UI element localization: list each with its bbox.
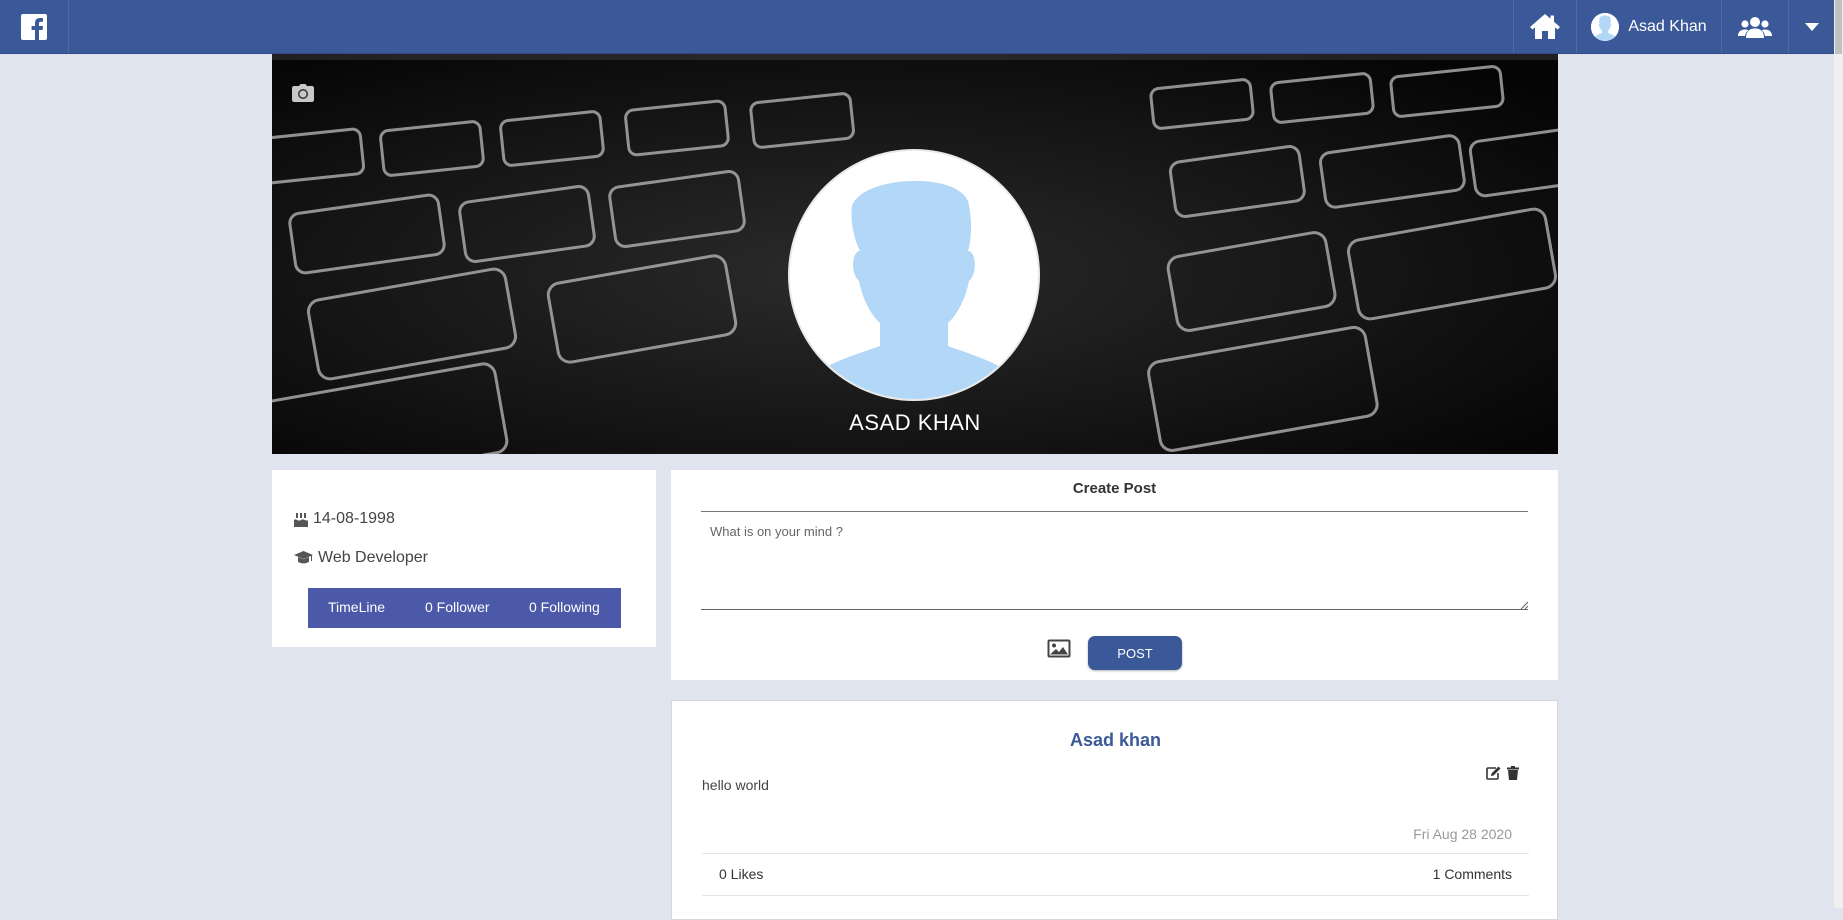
birthday-cake-icon: [294, 512, 308, 527]
post-author[interactable]: Asad khan: [672, 730, 1559, 751]
friends-button[interactable]: [1721, 0, 1788, 53]
profile-link[interactable]: Asad Khan: [1576, 0, 1721, 53]
graduation-cap-icon: [294, 551, 313, 564]
profile-stats-bar: TimeLine 0 Follower 0 Following: [308, 588, 621, 628]
home-icon: [1530, 14, 1560, 39]
divider: [702, 853, 1529, 854]
create-post-card: Create Post POST: [671, 470, 1558, 680]
resize-grip-icon[interactable]: [1520, 601, 1528, 609]
followers-link[interactable]: 0 Follower: [425, 599, 490, 615]
facebook-f-icon: [21, 13, 47, 40]
trash-icon: [1507, 766, 1519, 780]
users-icon: [1738, 16, 1772, 38]
scrollbar-thumb[interactable]: [1835, 0, 1842, 54]
following-link[interactable]: 0 Following: [529, 599, 600, 615]
facebook-logo[interactable]: [0, 0, 69, 53]
post-card: Asad khan hello world Fri Aug 28 2020 0 …: [671, 700, 1558, 920]
birthday-text: 14-08-1998: [313, 510, 395, 527]
change-cover-button[interactable]: [292, 84, 314, 102]
edit-post-button[interactable]: [1486, 766, 1501, 780]
image-icon: [1047, 639, 1071, 658]
profile-info-card: 14-08-1998 Web Developer TimeLine 0 Foll…: [272, 470, 656, 647]
post-text: hello world: [702, 777, 769, 793]
account-menu-button[interactable]: [1788, 0, 1835, 53]
divider: [702, 895, 1529, 896]
add-image-button[interactable]: [1047, 639, 1071, 658]
page-scrollbar[interactable]: [1834, 0, 1843, 908]
profile-picture[interactable]: [790, 151, 1038, 399]
cover-photo: ASAD KHAN: [272, 54, 1558, 454]
default-avatar-icon: [790, 151, 1038, 399]
delete-post-button[interactable]: [1507, 766, 1519, 780]
camera-icon: [292, 84, 314, 102]
top-navbar: Asad Khan: [0, 0, 1834, 54]
post-actions: [1486, 766, 1519, 780]
comments-count[interactable]: 1 Comments: [1433, 866, 1512, 882]
timeline-link[interactable]: TimeLine: [328, 599, 385, 615]
nav-user-name: Asad Khan: [1628, 17, 1707, 35]
occupation-row: Web Developer: [294, 549, 428, 567]
birthday-row: 14-08-1998: [294, 510, 395, 528]
create-post-title: Create Post: [1072, 480, 1157, 497]
occupation-text: Web Developer: [318, 549, 428, 566]
likes-count[interactable]: 0 Likes: [719, 866, 763, 882]
avatar: [1591, 12, 1620, 41]
profile-name: ASAD KHAN: [849, 410, 981, 435]
post-date: Fri Aug 28 2020: [1413, 826, 1512, 842]
post-textarea[interactable]: [701, 512, 1528, 610]
caret-down-icon: [1805, 22, 1819, 31]
edit-icon: [1486, 766, 1501, 780]
post-button[interactable]: POST: [1088, 636, 1182, 670]
home-button[interactable]: [1513, 0, 1576, 53]
